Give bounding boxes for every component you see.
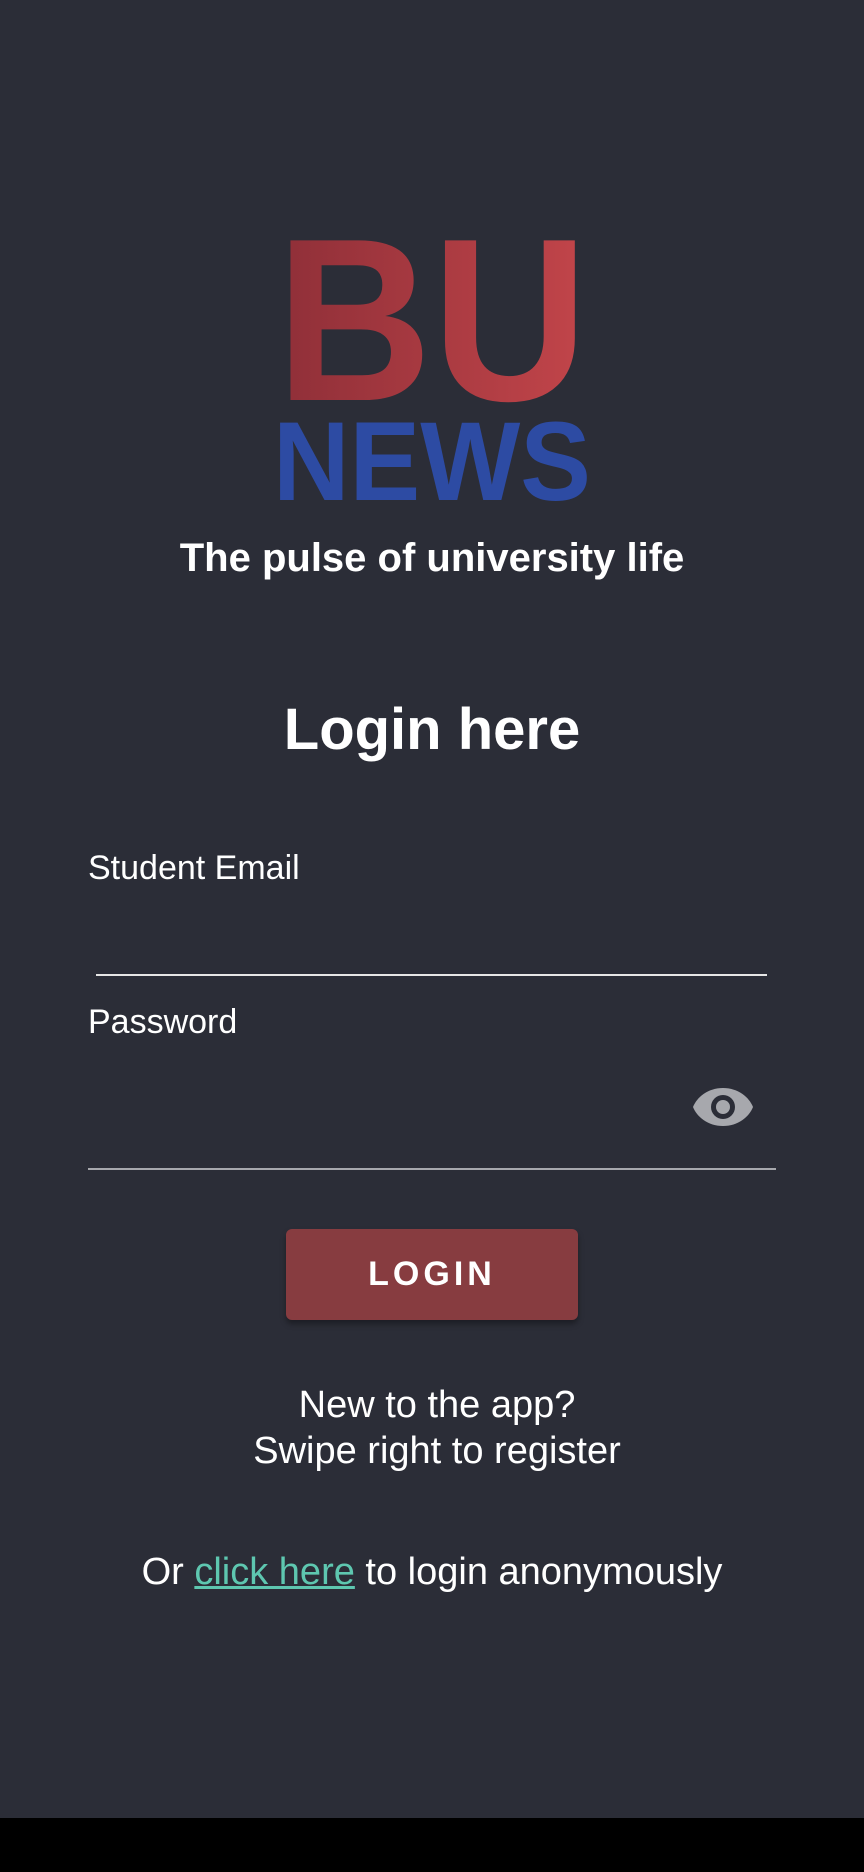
tagline: The pulse of university life xyxy=(179,536,685,580)
anon-prefix: Or xyxy=(141,1551,184,1593)
password-field[interactable] xyxy=(88,1060,776,1170)
login-screen: BU NEWS The pulse of university life Log… xyxy=(0,0,864,1818)
register-hint-line1: New to the app? xyxy=(298,1384,576,1426)
bu-news-logo: BU NEWS xyxy=(273,222,591,512)
system-navigation-bar xyxy=(0,1818,864,1872)
logo-news-text: NEWS xyxy=(273,399,591,512)
login-button[interactable]: LOGIN xyxy=(286,1229,578,1320)
email-field[interactable] xyxy=(96,902,767,976)
register-hint-line2: Swipe right to register xyxy=(253,1430,621,1472)
anon-suffix: to login anonymously xyxy=(365,1551,723,1593)
page-title: Login here xyxy=(283,697,581,762)
anonymous-login-link[interactable]: click here xyxy=(194,1551,355,1593)
email-label: Student Email xyxy=(88,849,300,887)
password-label: Password xyxy=(88,1003,238,1041)
anonymous-login-text: Or click here to login anonymously xyxy=(0,1548,864,1596)
register-hint: New to the app? Swipe right to register xyxy=(0,1382,864,1474)
eye-icon[interactable] xyxy=(692,1082,754,1132)
